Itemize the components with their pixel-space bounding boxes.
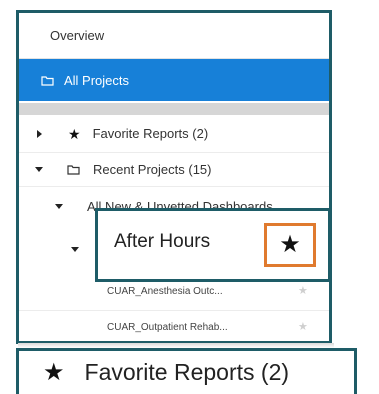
star-icon[interactable]: ★ xyxy=(298,321,308,333)
report-item-label: CUAR_Anesthesia Outc... xyxy=(107,286,223,297)
chevron-right-icon[interactable] xyxy=(37,129,42,138)
report-item-outpatient-rehab[interactable]: CUAR_Outpatient Rehab... ★ xyxy=(19,311,329,341)
project-navigation-panel: Overview All Projects ★ Favorite Reports… xyxy=(16,10,332,344)
folder-icon xyxy=(41,75,54,86)
nav-item-all-projects-label: All Projects xyxy=(64,72,130,88)
nav-item-overview[interactable]: Overview xyxy=(19,13,329,59)
after-hours-callout[interactable]: After Hours ★ xyxy=(95,208,331,282)
chevron-down-icon[interactable] xyxy=(55,203,63,209)
star-icon[interactable]: ★ xyxy=(298,286,308,297)
star-icon[interactable]: ★ xyxy=(279,233,301,257)
tree-item-recent-projects[interactable]: Recent Projects (15) xyxy=(19,153,329,187)
favorite-reports-zoom-label: Favorite Reports (2) xyxy=(84,359,290,385)
report-item-label: CUAR_Outpatient Rehab... xyxy=(107,321,228,333)
nav-item-overview-label: Overview xyxy=(50,28,105,43)
after-hours-label: After Hours xyxy=(114,231,211,252)
chevron-down-icon[interactable] xyxy=(35,167,43,172)
star-icon: ★ xyxy=(43,358,65,386)
star-icon: ★ xyxy=(68,125,81,142)
chevron-down-icon[interactable] xyxy=(71,246,79,252)
folder-icon xyxy=(67,164,80,175)
nav-item-all-projects[interactable]: All Projects xyxy=(19,59,329,101)
section-divider xyxy=(19,103,329,115)
tree-item-favorite-reports[interactable]: ★ Favorite Reports (2) xyxy=(19,115,329,153)
favorite-star-highlight[interactable]: ★ xyxy=(264,223,316,267)
tree-item-label: Recent Projects (15) xyxy=(93,162,212,177)
tree-item-label: Favorite Reports (2) xyxy=(92,126,209,141)
favorite-reports-callout[interactable]: ★ Favorite Reports (2) xyxy=(16,348,357,394)
